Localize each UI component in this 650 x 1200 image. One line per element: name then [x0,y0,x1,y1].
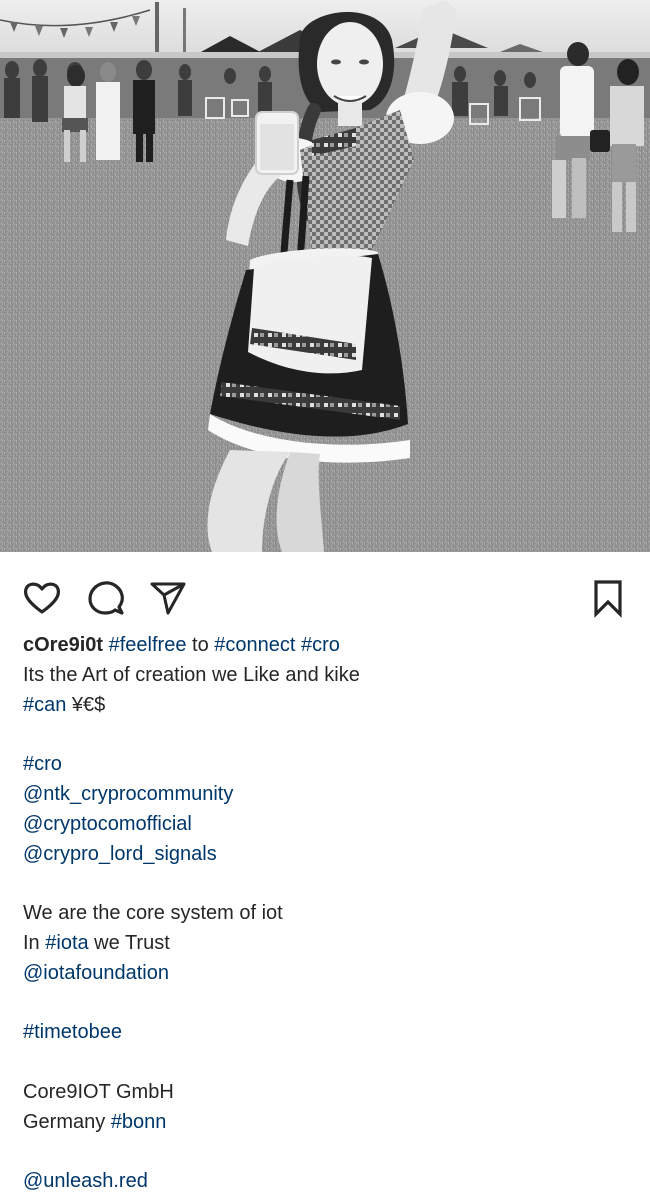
mention-link[interactable]: @cryptocomofficial [23,813,192,835]
mention-link[interactable]: @unleash.red [23,1170,148,1192]
hashtag-link[interactable]: #iota [45,932,88,954]
caption-line: cOre9i0t #feelfree to #connect #cro [23,631,633,661]
post-photo-illustration [0,0,650,552]
heart-outline-icon[interactable] [22,578,62,618]
caption-line: #cro [23,750,633,780]
hashtag-link[interactable]: #timetobee [23,1021,122,1043]
caption-line: Germany #bonn [23,1108,633,1138]
post-action-bar [0,552,650,630]
caption-line: @crypro_lord_signals [23,840,633,870]
caption-line: #can ¥€$ [23,691,633,721]
mention-link[interactable]: @crypro_lord_signals [23,843,217,865]
hashtag-link[interactable]: #can [23,694,66,716]
hashtag-link[interactable]: #feelfree [109,634,187,656]
caption-line: @unleash.red [23,1167,633,1197]
bookmark-outline-icon[interactable] [588,578,628,618]
caption-line: @ntk_cryprocommunity [23,780,633,810]
hashtag-link[interactable]: #bonn [111,1111,167,1133]
author-username[interactable]: cOre9i0t [23,634,103,656]
caption-line: #timetobee [23,1018,633,1048]
caption-text: to [186,634,215,656]
mention-link[interactable]: @ntk_cryprocommunity [23,783,233,805]
caption-text: We are the core system of iot [23,902,283,925]
post-photo[interactable] [0,0,650,552]
caption-text: In [23,931,46,954]
hashtag-link[interactable]: #cro [301,634,340,656]
caption-text: Core9IOT GmbH [23,1080,174,1103]
hashtag-link[interactable]: #connect [214,634,295,656]
caption-text: Germany [23,1110,111,1133]
caption-text: we Trust [88,931,170,954]
caption-line: @cryptocomofficial [23,810,633,840]
paper-plane-icon[interactable] [148,578,188,618]
caption-text: Its the Art of creation we Like and kike [23,663,360,686]
hashtag-link[interactable]: #cro [23,753,62,775]
mention-link[interactable]: @iotafoundation [23,962,169,984]
post-caption: cOre9i0t #feelfree to #connect #cro Its … [23,631,633,1197]
caption-line: In #iota we Trust [23,929,633,959]
comment-bubble-icon[interactable] [86,578,126,618]
caption-text: ¥€$ [66,693,106,716]
caption-line: @iotafoundation [23,959,633,989]
